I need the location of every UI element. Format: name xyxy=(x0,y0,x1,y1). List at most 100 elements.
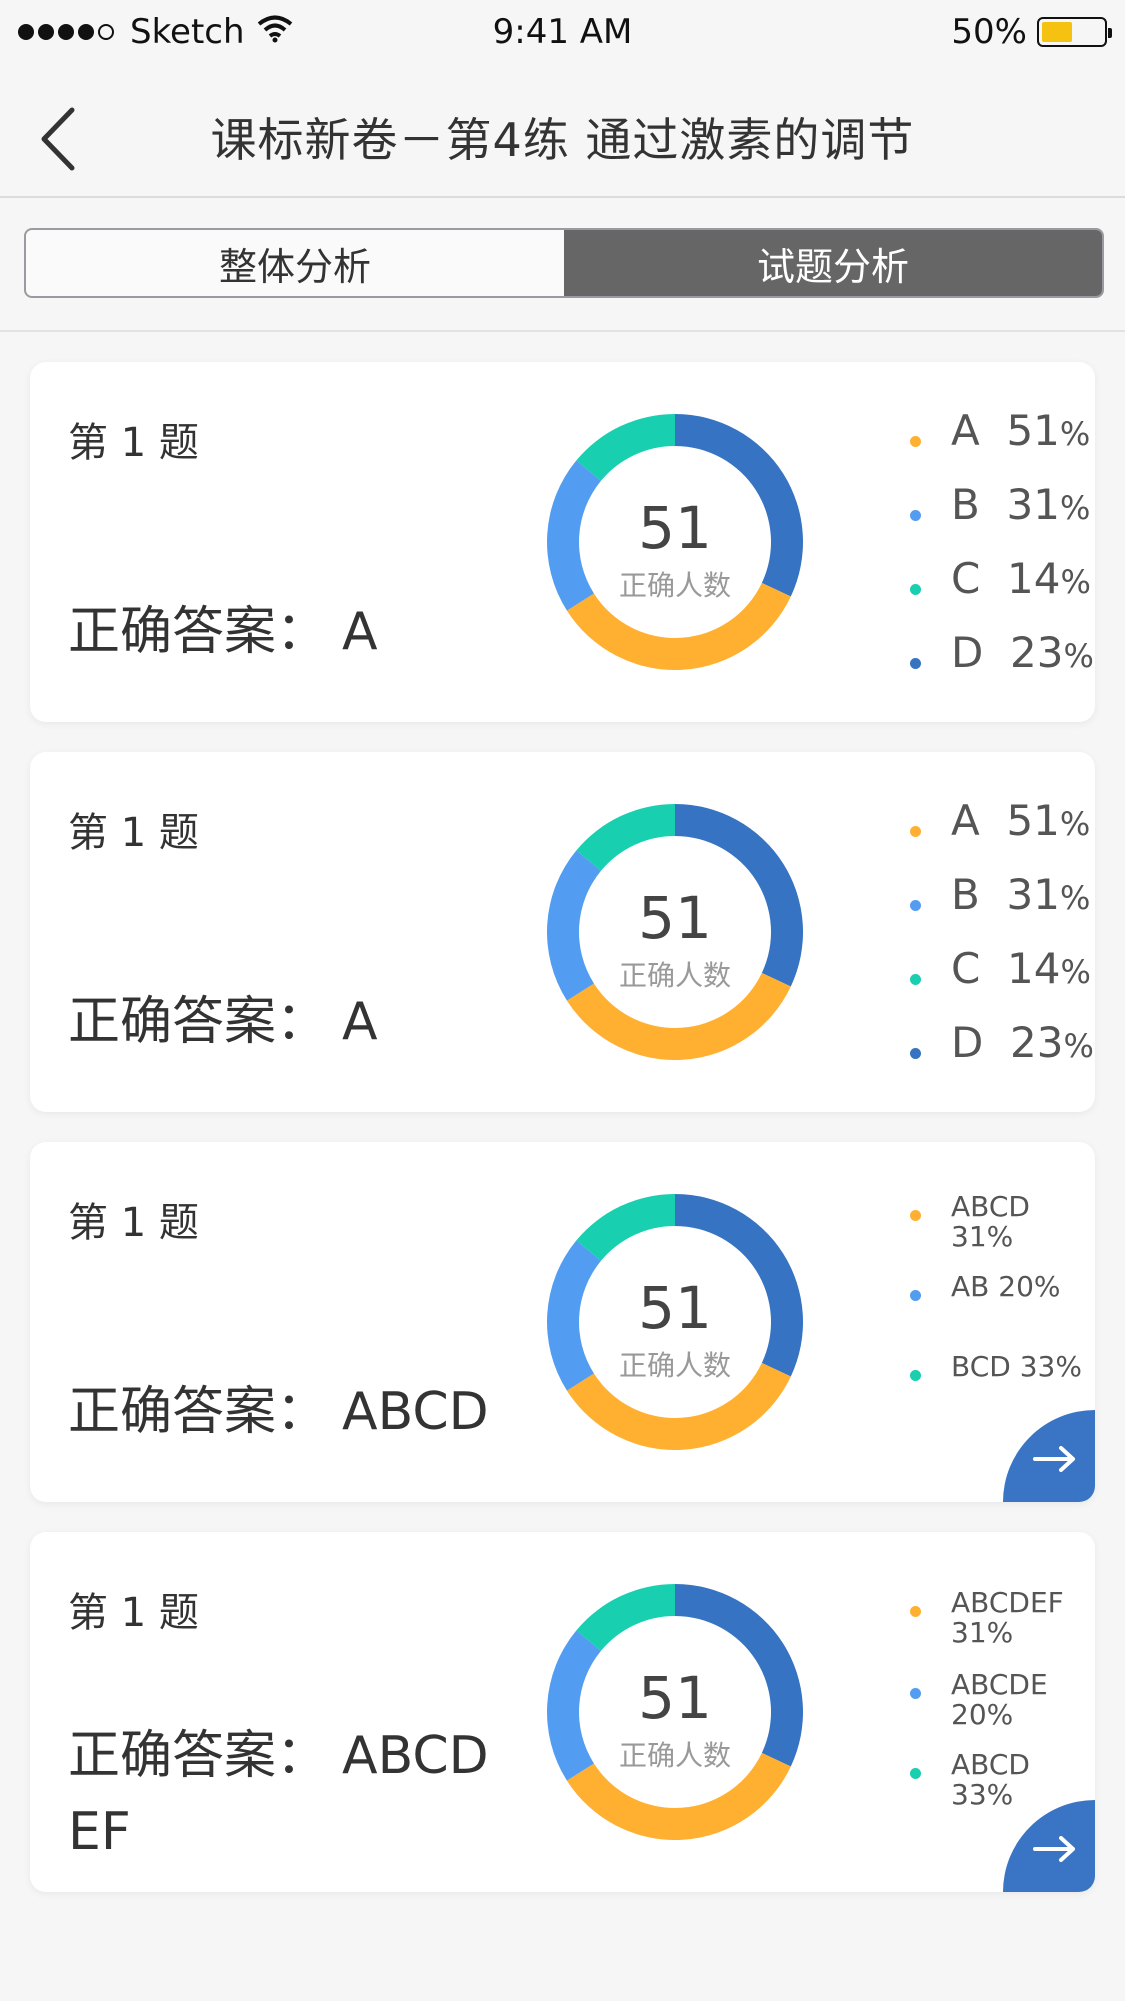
status-bar: Sketch 9:41 AM 50% xyxy=(0,0,1125,66)
legend-item: BCD 33% xyxy=(910,1352,1082,1382)
legend-text: ABCD 33% xyxy=(951,1750,1030,1810)
legend-percent: 31% xyxy=(951,1616,1014,1649)
legend-option: C xyxy=(951,944,981,993)
question-card[interactable]: 第 1 题 正确答案： A 51 正确人数 A 51% B 31% C 14% D… xyxy=(30,362,1095,722)
legend-text: C 14% xyxy=(951,554,1091,603)
legend-text: C 14% xyxy=(951,944,1091,993)
legend-percent: 23 xyxy=(1010,1018,1064,1067)
legend-text: A 51% xyxy=(951,406,1090,455)
legend-item-d: D 23% xyxy=(910,1018,1094,1067)
legend-option: C xyxy=(951,554,981,603)
legend-percent: 31 xyxy=(1006,870,1060,919)
legend-percent-unit: % xyxy=(1063,1027,1094,1065)
legend-percent: 31 xyxy=(1006,480,1060,529)
arrow-right-icon xyxy=(1033,1446,1075,1472)
legend-option: A xyxy=(951,406,980,455)
correct-count-label: 正确人数 xyxy=(618,959,731,992)
correct-answer-label: 正确答案： xyxy=(68,1382,329,1442)
legend-item: AB 20% xyxy=(910,1272,1061,1302)
legend-text: B 31% xyxy=(951,870,1090,919)
legend-text: B 31% xyxy=(951,480,1090,529)
question-number: 第 1 题 xyxy=(68,1590,199,1636)
legend-dot-a xyxy=(910,436,921,447)
legend-text: AB 20% xyxy=(951,1270,1061,1303)
legend-item: ABCD 31% xyxy=(910,1192,1090,1252)
legend-item: ABCDEF 31% xyxy=(910,1588,1064,1648)
next-arrow-button[interactable] xyxy=(1003,1800,1095,1892)
legend-percent-unit: % xyxy=(1059,805,1091,843)
correct-answer: 正确答案： A xyxy=(68,984,548,1060)
legend-dot xyxy=(910,1290,921,1301)
status-right: 50% xyxy=(951,12,1112,52)
legend-option: ABCDEF xyxy=(951,1586,1064,1619)
legend-text: ABCD 31% xyxy=(951,1190,1030,1253)
legend-item-d: D 23% xyxy=(910,628,1094,677)
legend-percent-unit: % xyxy=(1060,563,1091,601)
correct-answer-label: 正确答案： xyxy=(68,602,329,662)
legend-dot-a xyxy=(910,826,921,837)
question-card[interactable]: 第 1 题 正确答案： ABCD 51 正确人数 ABCD 31% AB 20% … xyxy=(30,1142,1095,1502)
question-card[interactable]: 第 1 题 正确答案： A 51 正确人数 A 51% B 31% C 14% D… xyxy=(30,752,1095,1112)
legend-percent: 20% xyxy=(951,1698,1014,1731)
legend-dot-d xyxy=(910,658,921,669)
correct-answer-label: 正确答案： xyxy=(68,992,329,1052)
legend-percent: 14 xyxy=(1007,554,1061,603)
tab-question-analysis[interactable]: 试题分析 xyxy=(564,230,1102,296)
battery-percentage: 50% xyxy=(951,12,1027,52)
legend-item-a: A 51% xyxy=(910,406,1090,455)
legend-text: D 23% xyxy=(951,628,1094,677)
analysis-tab-switcher: 整体分析 试题分析 xyxy=(24,228,1104,298)
question-number: 第 1 题 xyxy=(68,1200,199,1246)
legend-dot-b xyxy=(910,510,921,521)
legend-option: D xyxy=(951,1018,984,1067)
legend-percent: 14 xyxy=(1007,944,1061,993)
legend-text: D 23% xyxy=(951,1018,1094,1067)
question-number: 第 1 题 xyxy=(68,810,199,856)
correct-count-value: 51 xyxy=(638,884,712,952)
legend-dot-b xyxy=(910,900,921,911)
correct-count-label: 正确人数 xyxy=(618,1349,731,1382)
legend-item: ABCD 33% xyxy=(910,1750,1030,1810)
correct-count-value: 51 xyxy=(638,1274,712,1342)
donut-center: 51 正确人数 xyxy=(545,1192,805,1452)
correct-answer-value: ABCD xyxy=(342,1382,489,1442)
page-title: 课标新卷－第4练 通过激素的调节 xyxy=(210,113,915,167)
legend-text: BCD 33% xyxy=(951,1350,1082,1383)
legend-percent: 23 xyxy=(1010,628,1064,677)
correct-answer-value: A xyxy=(342,602,378,662)
legend-percent-unit: % xyxy=(1060,953,1091,991)
legend-dot xyxy=(910,1210,921,1221)
correct-count-value: 51 xyxy=(638,494,712,562)
legend-text: A 51% xyxy=(951,796,1090,845)
correct-answer: 正确答案： ABCD xyxy=(68,1374,548,1450)
legend-dot xyxy=(910,1370,921,1381)
correct-count-label: 正确人数 xyxy=(618,569,731,602)
correct-answer-value: A xyxy=(342,992,378,1052)
legend-percent-unit: % xyxy=(1059,879,1091,917)
legend-item-c: C 14% xyxy=(910,944,1091,993)
correct-answer: 正确答案： A xyxy=(68,594,548,670)
legend-dot xyxy=(910,1606,921,1617)
legend-percent: 51 xyxy=(1006,406,1060,455)
legend-item: ABCDE 20% xyxy=(910,1670,1048,1730)
correct-count-value: 51 xyxy=(638,1664,712,1732)
donut-center: 51 正确人数 xyxy=(545,412,805,672)
legend-percent-unit: % xyxy=(1063,637,1094,675)
nav-bar: 课标新卷－第4练 通过激素的调节 xyxy=(0,66,1125,198)
legend-item-a: A 51% xyxy=(910,796,1090,845)
legend-option: ABCDE xyxy=(951,1668,1048,1701)
legend-dot-c xyxy=(910,974,921,985)
question-card[interactable]: 第 1 题 正确答案： ABCD EF 51 正确人数 ABCDEF 31% ABC… xyxy=(30,1532,1095,1892)
legend-percent-unit: % xyxy=(1059,489,1091,527)
correct-answer: 正确答案： ABCD EF xyxy=(68,1718,548,1870)
legend-dot xyxy=(910,1768,921,1779)
next-arrow-button[interactable] xyxy=(1003,1410,1095,1502)
legend-text: ABCDEF 31% xyxy=(951,1588,1064,1648)
legend-item-c: C 14% xyxy=(910,554,1091,603)
tab-overall-analysis[interactable]: 整体分析 xyxy=(26,230,564,296)
legend-option: B xyxy=(951,480,980,529)
legend-dot xyxy=(910,1688,921,1699)
correct-count-label: 正确人数 xyxy=(618,1739,731,1772)
legend-percent: 33% xyxy=(951,1778,1014,1811)
legend-option: D xyxy=(951,628,984,677)
